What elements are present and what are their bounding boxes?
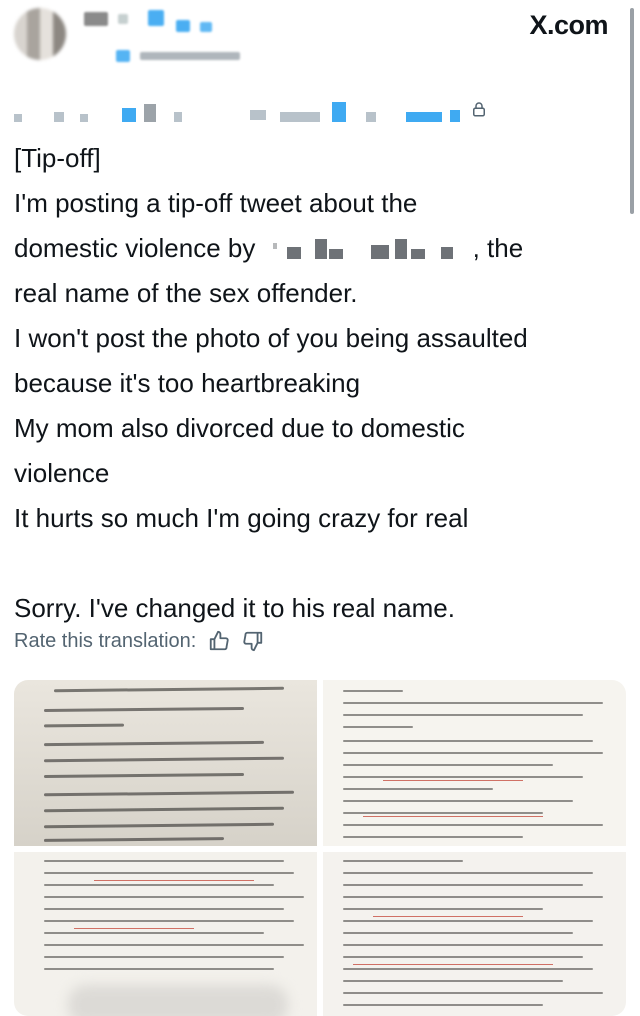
blurred-region <box>68 985 288 1016</box>
thumbs-down-icon[interactable] <box>242 630 264 652</box>
tweet-line: I won't post the photo of you being assa… <box>14 323 528 353</box>
thumbs-up-icon[interactable] <box>208 630 230 652</box>
tweet-line-part: domestic violence by <box>14 233 256 263</box>
avatar[interactable] <box>14 8 66 60</box>
tweet-line: I'm posting a tip-off tweet about the <box>14 188 418 218</box>
rate-translation: Rate this translation: <box>14 626 264 656</box>
brand-logo[interactable]: X.com <box>529 10 608 41</box>
display-name-blur <box>118 14 128 24</box>
tweet-line: Sorry. I've changed it to his real name. <box>14 593 455 623</box>
redacted-name <box>263 235 473 261</box>
username-blur <box>116 50 130 62</box>
tweet-line-part: , the <box>472 233 524 263</box>
tweet-text: [Tip-off] I'm posting a tip-off tweet ab… <box>14 136 614 631</box>
printed-document-photo[interactable] <box>323 680 626 846</box>
tweet-line: It hurts so much I'm going crazy for rea… <box>14 503 469 533</box>
handwritten-note-photo[interactable] <box>14 680 317 846</box>
scrollbar[interactable] <box>630 8 634 214</box>
display-name-blur <box>200 22 212 32</box>
display-name-blur <box>84 12 108 26</box>
username-blur <box>140 52 240 60</box>
rate-translation-label: Rate this translation: <box>14 629 197 652</box>
tweet-line: [Tip-off] <box>14 143 101 173</box>
tweet-header: X.com <box>0 0 640 130</box>
printed-document-photo[interactable] <box>323 852 626 1016</box>
display-name-blur <box>176 20 190 32</box>
tweet-line: real name of the sex offender. <box>14 278 358 308</box>
tweet-line: because it's too heartbreaking <box>14 368 361 398</box>
handle-blur <box>14 102 494 124</box>
printed-document-photo[interactable] <box>14 852 317 1016</box>
lock-icon <box>473 102 485 117</box>
display-name-blur <box>148 10 164 26</box>
tweet-line: violence <box>14 458 110 488</box>
tweet-line: domestic violence by , the <box>14 226 614 271</box>
tweet-line: My mom also divorced due to domestic <box>14 413 465 443</box>
photo-gallery[interactable] <box>14 680 626 1016</box>
